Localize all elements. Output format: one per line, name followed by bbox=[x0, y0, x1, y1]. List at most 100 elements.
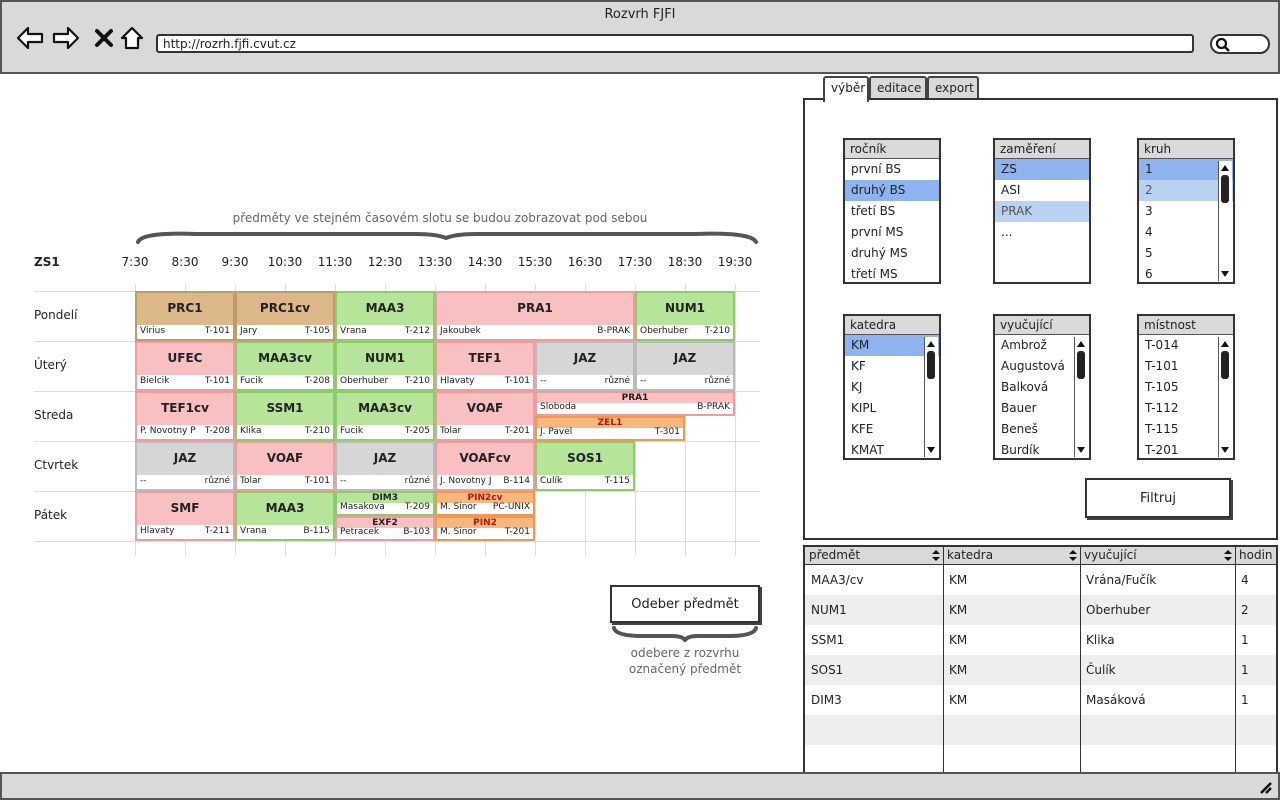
time-label: 15:30 bbox=[517, 255, 553, 269]
scrollbar[interactable] bbox=[1074, 337, 1088, 457]
table-row[interactable]: SOS1 KM Čulík 1 bbox=[805, 655, 1276, 685]
schedule-slot[interactable]: VOAF Tolar T-201 bbox=[435, 391, 535, 441]
table-cell: 1 bbox=[1241, 693, 1249, 707]
slot-teacher: J. Pavel bbox=[540, 427, 573, 437]
forward-button[interactable] bbox=[52, 24, 80, 52]
list-item[interactable]: PRAK bbox=[995, 201, 1089, 222]
schedule-slot[interactable]: MAA3 Vrana B-115 bbox=[235, 491, 335, 541]
remove-subject-button[interactable]: Odeber předmět bbox=[610, 585, 760, 623]
column-header-predmet[interactable]: předmět bbox=[805, 547, 944, 565]
table-row[interactable]: MAA3/cv KM Vrána/Fučík 4 bbox=[805, 565, 1276, 595]
scrollbar[interactable] bbox=[924, 337, 938, 457]
schedule-slot[interactable]: ZEL1 J. Pavel T-301 bbox=[535, 416, 685, 441]
table-row[interactable]: SSM1 KM Klika 1 bbox=[805, 625, 1276, 655]
mistnost-listbox[interactable]: místnost T-014 T-101 T-105 T-112 T-115 T… bbox=[1137, 314, 1235, 460]
table-row[interactable] bbox=[805, 745, 1276, 773]
schedule-slot[interactable]: PRC1cv Jary T-105 bbox=[235, 291, 335, 341]
schedule-slot[interactable]: JAZ -- různé bbox=[135, 441, 235, 491]
slot-footer: -- různé bbox=[537, 375, 633, 389]
column-header-katedra[interactable]: katedra bbox=[943, 547, 1081, 565]
table-cell: Čulík bbox=[1086, 663, 1116, 677]
table-row[interactable]: NUM1 KM Oberhuber 2 bbox=[805, 595, 1276, 625]
list-item[interactable]: ZS bbox=[995, 159, 1089, 180]
slot-footer: Oberhuber T-210 bbox=[637, 325, 733, 339]
schedule-slot[interactable]: DIM3 Masakova T-209 bbox=[335, 491, 435, 516]
slot-teacher: Oberhuber bbox=[640, 326, 689, 336]
time-label: 9:30 bbox=[221, 255, 249, 269]
schedule-slot[interactable]: MAA3cv Fucik T-205 bbox=[335, 391, 435, 441]
schedule-slot[interactable]: UFEC Bielcik T-101 bbox=[135, 341, 235, 391]
list-item[interactable]: druhý MS bbox=[845, 243, 939, 264]
schedule-slot[interactable]: MAA3cv Fucik T-208 bbox=[235, 341, 335, 391]
scrollbar-thumb[interactable] bbox=[927, 351, 935, 379]
tab-editace[interactable]: editace bbox=[869, 76, 927, 100]
schedule-slot[interactable]: NUM1 Oberhuber T-210 bbox=[335, 341, 435, 391]
slot-footer: -- různé bbox=[137, 475, 233, 489]
list-item[interactable]: druhý BS bbox=[845, 180, 939, 201]
scrollbar[interactable] bbox=[1218, 161, 1232, 281]
back-button[interactable] bbox=[16, 24, 44, 52]
rocnik-listbox[interactable]: ročník první BS druhý BS třetí BS první … bbox=[843, 138, 941, 284]
tab-export[interactable]: export bbox=[927, 76, 979, 100]
schedule-slot[interactable]: PRA1 Jakoubek B-PRAK bbox=[435, 291, 635, 341]
schedule-slot[interactable]: TEF1 Hlavaty T-101 bbox=[435, 341, 535, 391]
slot-teacher: J. Novotny J bbox=[440, 476, 492, 486]
slot-footer: J. Novotny J B-114 bbox=[437, 475, 533, 489]
home-icon bbox=[120, 26, 144, 50]
schedule-slot[interactable]: JAZ -- různé bbox=[635, 341, 735, 391]
slot-room: různé bbox=[204, 476, 230, 486]
schedule-slot[interactable]: MAA3 Vrana T-212 bbox=[335, 291, 435, 341]
slot-room: B-PRAK bbox=[697, 402, 730, 412]
slot-teacher: -- bbox=[540, 376, 547, 386]
slot-footer: P. Novotny P T-208 bbox=[137, 425, 233, 439]
slot-room: T-208 bbox=[304, 376, 330, 386]
list-item[interactable]: první BS bbox=[845, 159, 939, 180]
table-cell: KM bbox=[949, 693, 968, 707]
schedule-slot[interactable]: SSM1 Klika T-210 bbox=[235, 391, 335, 441]
schedule-slot[interactable]: PIN2cv M. Sinor PC-UNIX bbox=[435, 491, 535, 516]
subjects-table: předmět katedra vyučující hodin MAA3/cv K… bbox=[803, 545, 1278, 775]
column-header-vyucujici[interactable]: vyučující bbox=[1080, 547, 1236, 565]
katedra-listbox[interactable]: katedra KM KF KJ KIPL KFE KMAT bbox=[843, 314, 941, 460]
table-row[interactable]: DIM3 KM Masáková 1 bbox=[805, 685, 1276, 715]
schedule-slot[interactable]: VOAFcv J. Novotny J B-114 bbox=[435, 441, 535, 491]
url-bar[interactable]: http://rozrh.fjfi.cvut.cz bbox=[156, 34, 1194, 53]
search-input[interactable] bbox=[1210, 34, 1270, 54]
scrollbar[interactable] bbox=[1218, 337, 1232, 457]
schedule-slot[interactable]: SOS1 Culík T-115 bbox=[535, 441, 635, 491]
schedule-slot[interactable]: JAZ -- různé bbox=[535, 341, 635, 391]
scrollbar-thumb[interactable] bbox=[1077, 351, 1085, 379]
stop-button[interactable] bbox=[90, 24, 118, 52]
slot-footer: Oberhuber T-210 bbox=[337, 375, 433, 389]
schedule-slot[interactable]: VOAF Tolar T-101 bbox=[235, 441, 335, 491]
schedule-slot[interactable]: PRA1 Sloboda B-PRAK bbox=[535, 391, 735, 416]
slot-code: NUM1 bbox=[364, 351, 406, 365]
arrow-left-icon bbox=[16, 26, 44, 50]
table-row[interactable] bbox=[805, 715, 1276, 745]
list-item[interactable]: ... bbox=[995, 222, 1089, 243]
schedule-slot[interactable]: EXF2 Petracek B-103 bbox=[335, 516, 435, 541]
scrollbar-thumb[interactable] bbox=[1221, 175, 1229, 203]
schedule-slot[interactable]: PIN2 M. Sinor T-201 bbox=[435, 516, 535, 541]
schedule-slot[interactable]: TEF1cv P. Novotny P T-208 bbox=[135, 391, 235, 441]
home-button[interactable] bbox=[118, 24, 146, 52]
slot-footer: Tolar T-201 bbox=[437, 425, 533, 439]
sort-icon bbox=[1069, 550, 1077, 561]
day-label: Úterý bbox=[34, 358, 67, 372]
list-item[interactable]: třetí MS bbox=[845, 264, 939, 285]
column-header-hodin[interactable]: hodin bbox=[1235, 547, 1276, 565]
vyucujici-listbox[interactable]: vyučující Ambrož Augustová Balková Bauer… bbox=[993, 314, 1091, 460]
list-item[interactable]: třetí BS bbox=[845, 201, 939, 222]
tab-vyber[interactable]: výběr bbox=[823, 76, 869, 102]
filter-button[interactable]: Filtruj bbox=[1085, 478, 1231, 518]
zamereni-listbox[interactable]: zaměření ZS ASI PRAK ... bbox=[993, 138, 1091, 284]
list-item[interactable]: první MS bbox=[845, 222, 939, 243]
schedule-slot[interactable]: SMF Hlavaty T-211 bbox=[135, 491, 235, 541]
time-label: 11:30 bbox=[317, 255, 353, 269]
schedule-slot[interactable]: JAZ -- různé bbox=[335, 441, 435, 491]
scrollbar-thumb[interactable] bbox=[1221, 351, 1229, 379]
schedule-slot[interactable]: NUM1 Oberhuber T-210 bbox=[635, 291, 735, 341]
kruh-listbox[interactable]: kruh 1 2 3 4 5 6 bbox=[1137, 138, 1235, 284]
schedule-slot[interactable]: PRC1 Virius T-101 bbox=[135, 291, 235, 341]
list-item[interactable]: ASI bbox=[995, 180, 1089, 201]
